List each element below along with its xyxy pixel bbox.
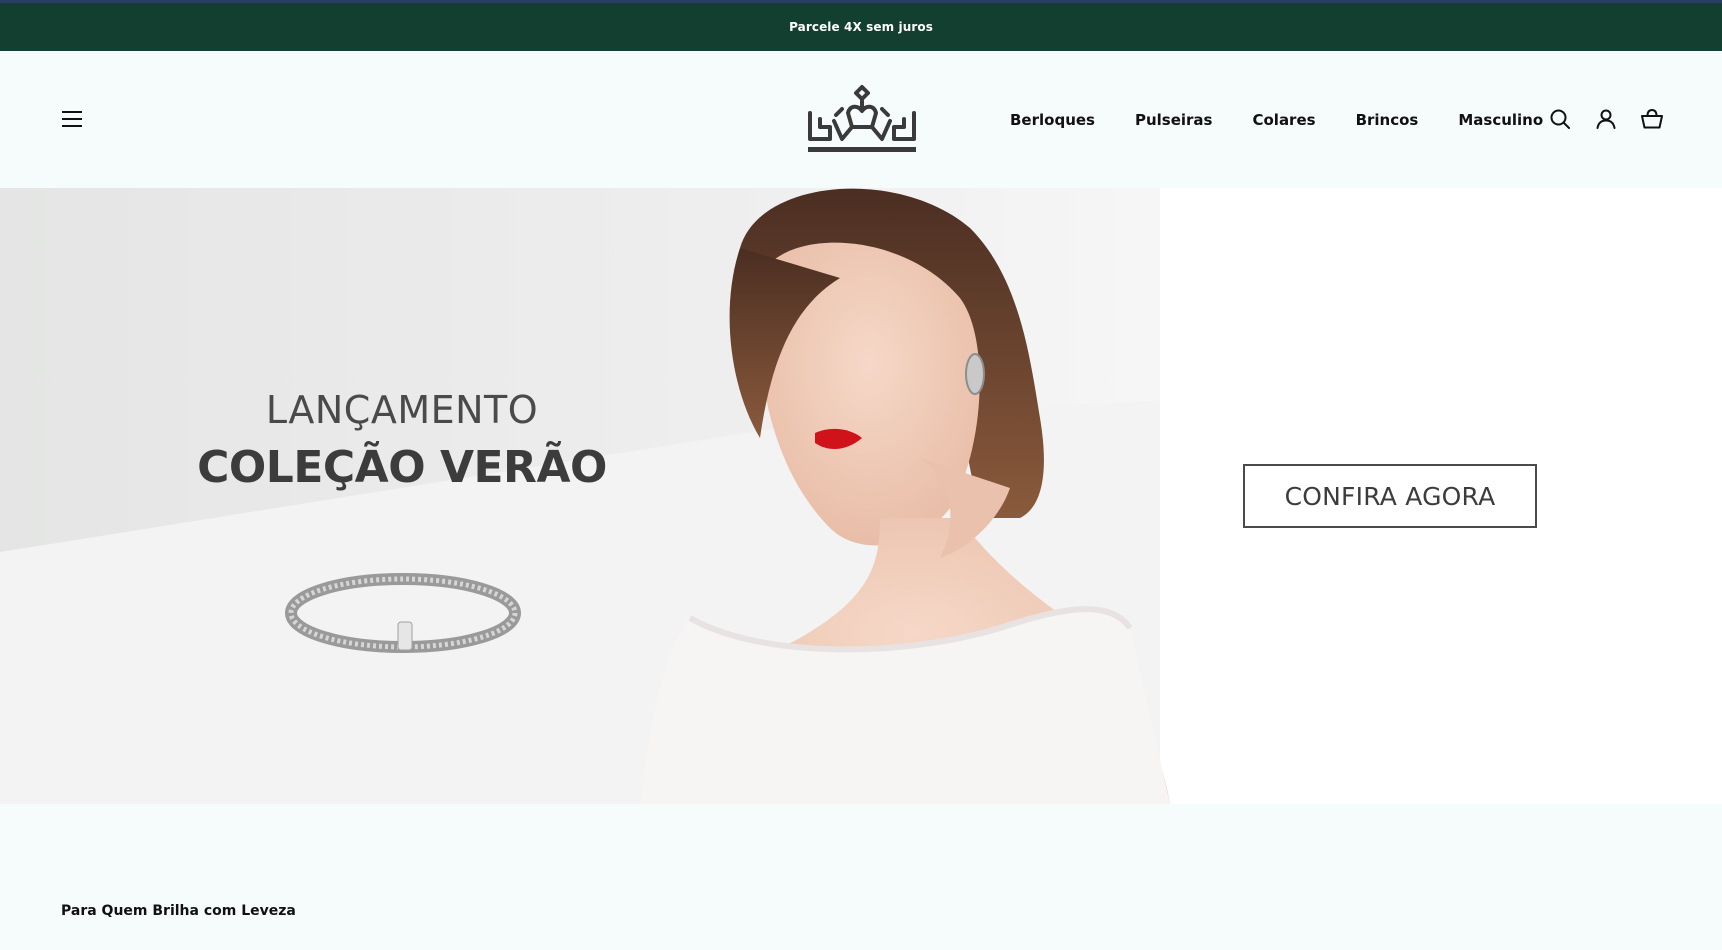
nav-item-pulseiras[interactable]: Pulseiras (1135, 111, 1213, 129)
hamburger-menu-icon[interactable] (60, 109, 86, 129)
announcement-bar: Parcele 4X sem juros (0, 3, 1722, 51)
hero-pretitle: LANÇAMENTO (265, 388, 539, 432)
nav-item-brincos[interactable]: Brincos (1356, 111, 1419, 129)
nav-item-berloques[interactable]: Berloques (1010, 111, 1095, 129)
main-nav: Berloques Pulseiras Colares Brincos Masc… (1010, 105, 1543, 135)
search-icon[interactable] (1548, 107, 1572, 131)
announcement-text: Parcele 4X sem juros (789, 20, 933, 34)
cart-icon[interactable] (1640, 107, 1664, 131)
header-icons (1548, 107, 1664, 131)
nav-item-masculino[interactable]: Masculino (1458, 111, 1543, 129)
nav-item-colares[interactable]: Colares (1252, 111, 1315, 129)
hero-headline: LANÇAMENTO COLEÇÃO VERÃO (160, 388, 644, 493)
hero-banner[interactable]: LANÇAMENTO COLEÇÃO VERÃO CONFIRA AGORA (0, 188, 1722, 804)
crown-logo-icon[interactable] (806, 83, 918, 157)
account-icon[interactable] (1594, 107, 1618, 131)
site-header: Berloques Pulseiras Colares Brincos Masc… (0, 51, 1722, 188)
hero-title: COLEÇÃO VERÃO (197, 442, 607, 493)
section-title: Para Quem Brilha com Leveza (61, 903, 296, 919)
confira-agora-button[interactable]: CONFIRA AGORA (1243, 464, 1537, 528)
